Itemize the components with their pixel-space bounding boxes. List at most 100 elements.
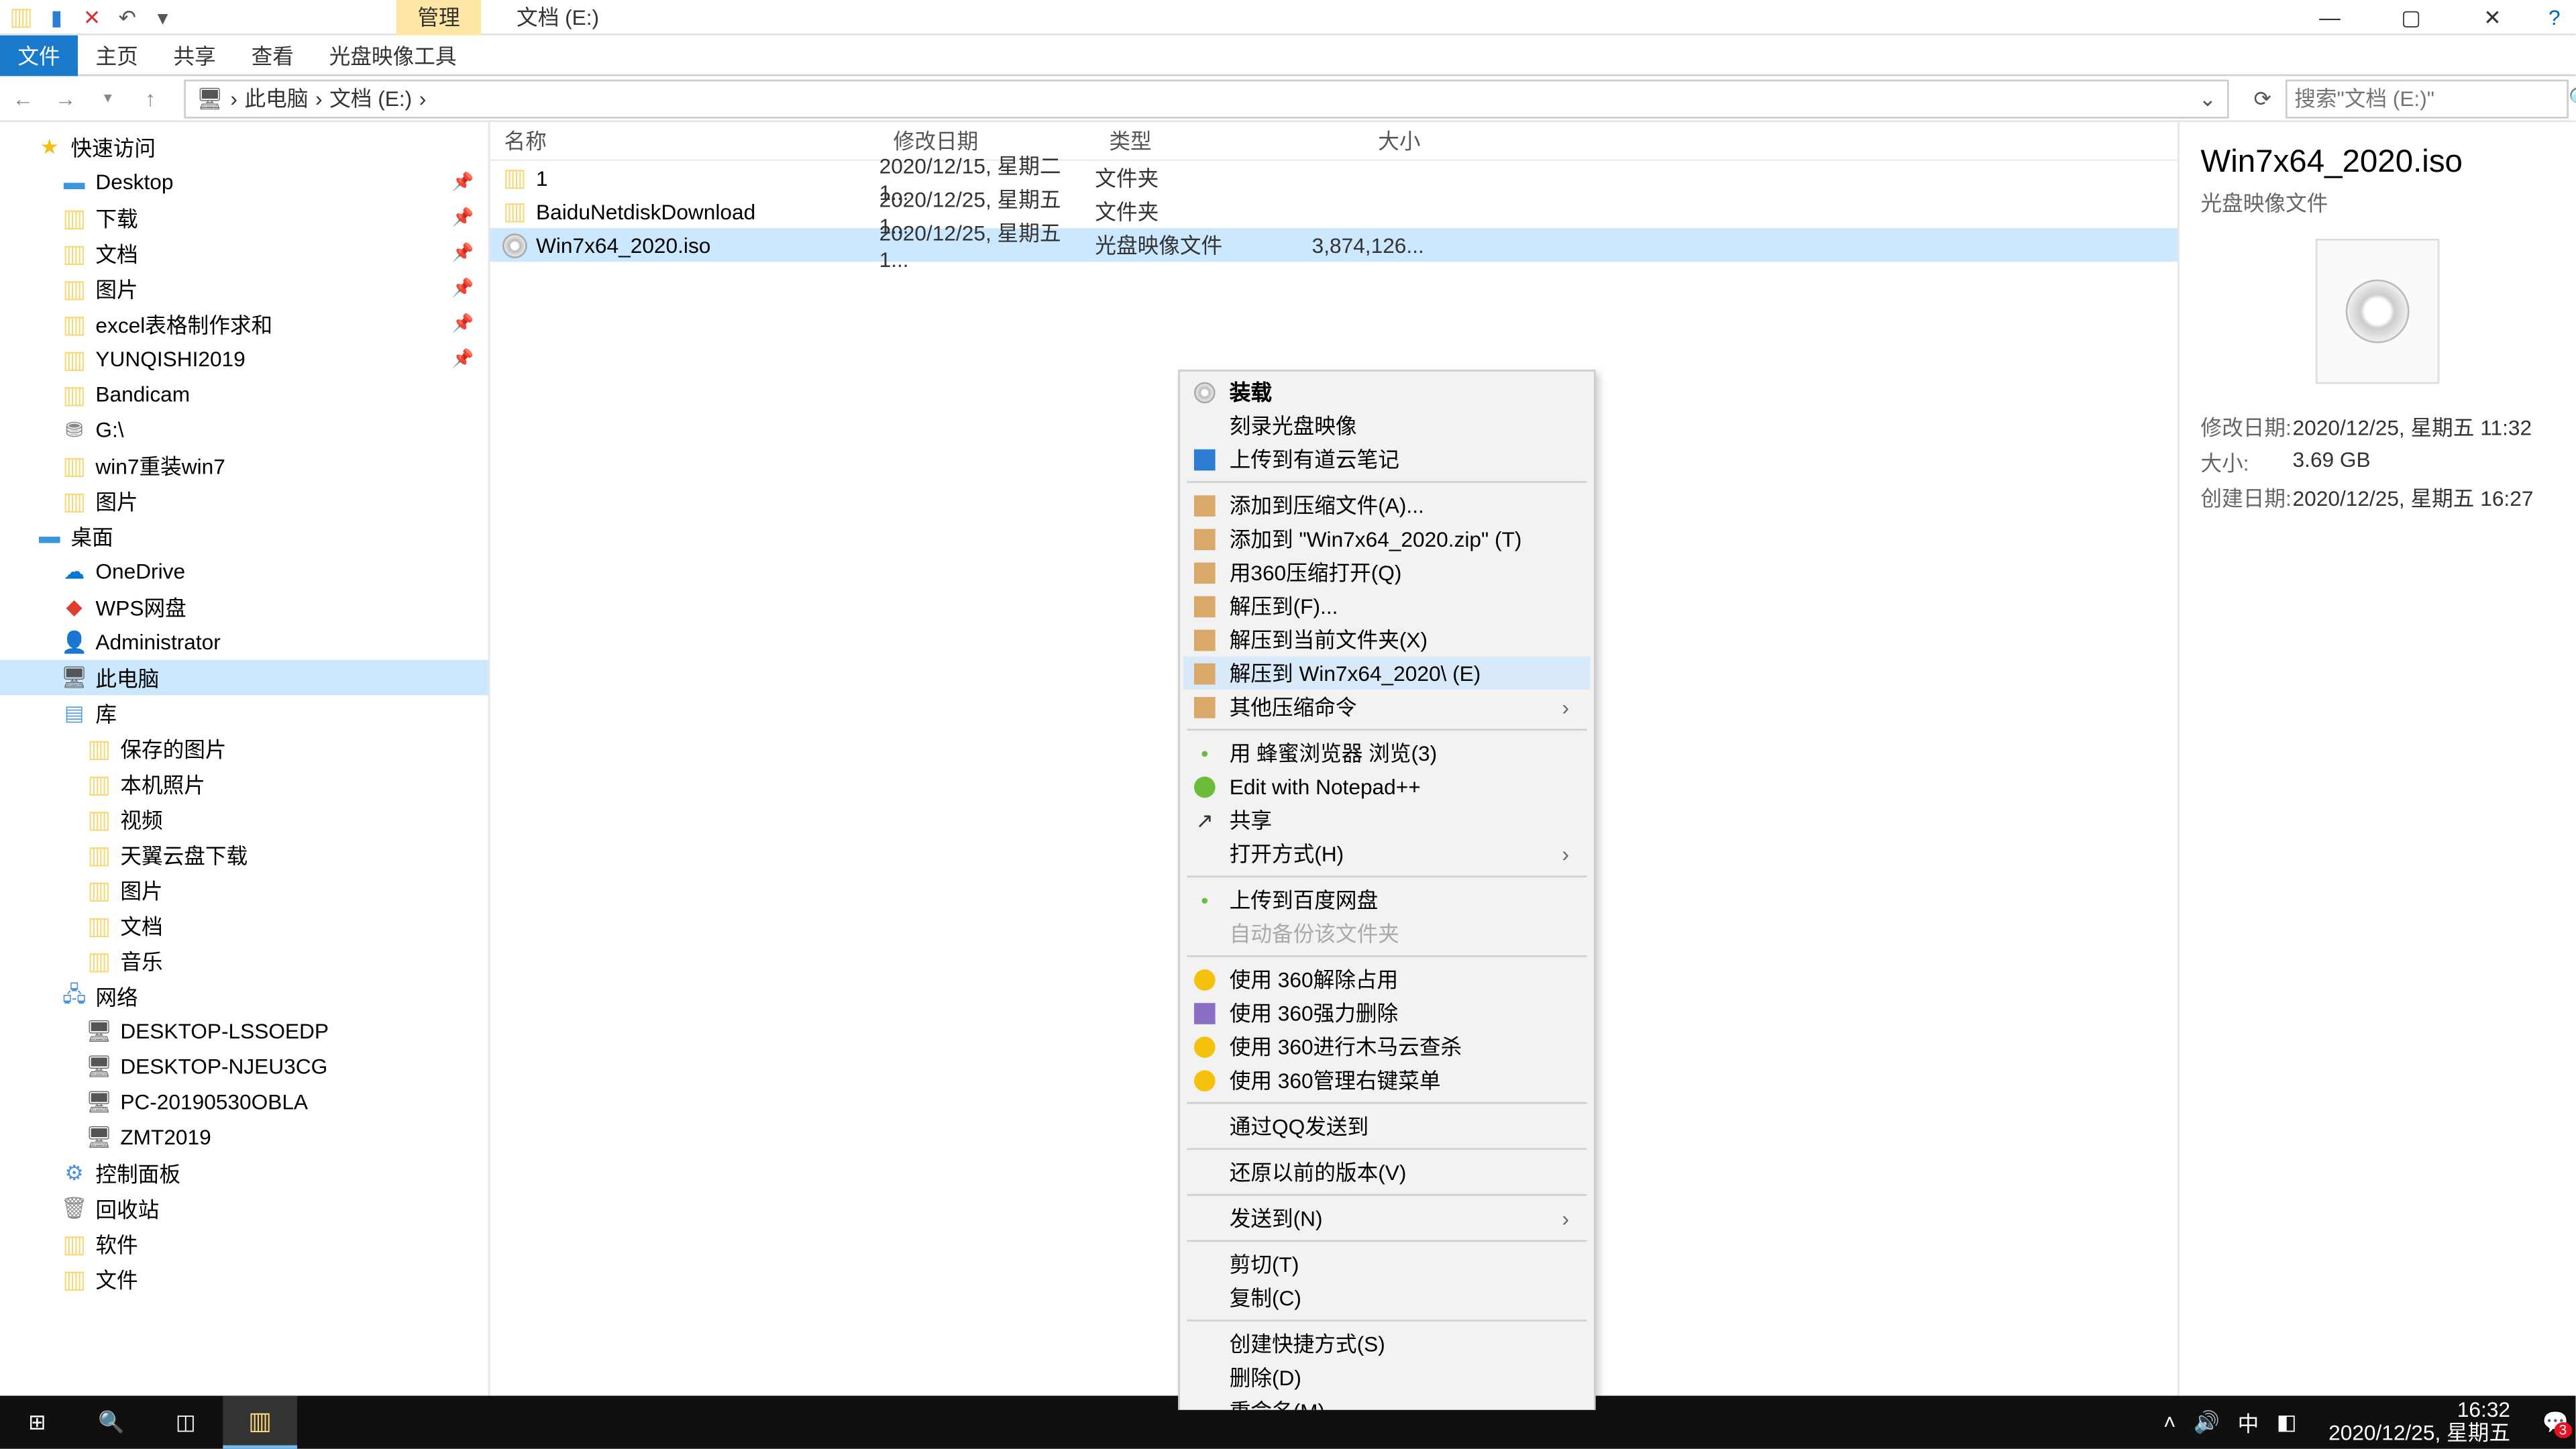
menu-item[interactable]: 使用 360管理右键菜单 (1183, 1063, 1591, 1097)
menu-item[interactable]: •上传到百度网盘 (1183, 883, 1591, 916)
start-button[interactable]: ⊞ (0, 1396, 74, 1449)
menu-item[interactable]: 使用 360强力删除 (1183, 996, 1591, 1030)
file-row[interactable]: ▥12020/12/15, 星期二 1...文件夹 (490, 161, 2178, 195)
menu-item[interactable]: 发送到(N)› (1183, 1201, 1591, 1235)
tree-item[interactable]: ▥文件 (0, 1261, 488, 1297)
tree-item[interactable]: ☁OneDrive (0, 553, 488, 589)
tree-item[interactable]: ⛃G:\ (0, 412, 488, 447)
menu-item[interactable]: 刻录光盘映像 (1183, 409, 1591, 442)
tab-file[interactable]: 文件 (0, 34, 78, 75)
up-button[interactable]: ↑ (131, 78, 170, 117)
menu-item[interactable]: 使用 360进行木马云查杀 (1183, 1030, 1591, 1063)
tab-view[interactable]: 查看 (233, 34, 311, 75)
navigation-pane[interactable]: ★快速访问▬Desktop📌▥下载📌▥文档📌▥图片📌▥excel表格制作求和📌▥… (0, 122, 490, 1410)
tree-item[interactable]: ⚙控制面板 (0, 1155, 488, 1191)
menu-item[interactable]: 添加到 "Win7x64_2020.zip" (T) (1183, 522, 1591, 555)
file-row[interactable]: ▥BaiduNetdiskDownload2020/12/25, 星期五 1..… (490, 195, 2178, 228)
forward-button[interactable]: → (46, 78, 85, 117)
tree-item[interactable]: ▥文档 (0, 908, 488, 943)
tree-item[interactable]: ▥本机照片 (0, 766, 488, 802)
column-size[interactable]: 大小 (1275, 125, 1434, 156)
tree-item[interactable]: ▥音乐 (0, 943, 488, 979)
menu-item[interactable]: 用360压缩打开(Q) (1183, 555, 1591, 589)
tab-home[interactable]: 主页 (78, 34, 156, 75)
menu-item[interactable]: 通过QQ发送到 (1183, 1109, 1591, 1142)
menu-item[interactable]: 使用 360解除占用 (1183, 963, 1591, 996)
tree-item[interactable]: ▬Desktop📌 (0, 164, 488, 200)
column-type[interactable]: 类型 (1095, 125, 1275, 156)
explorer-task-icon[interactable]: ▥ (223, 1396, 297, 1449)
breadcrumb[interactable]: 🖥 › 此电脑 › 文档 (E:) › ⌄ (184, 78, 2229, 117)
tree-item[interactable]: 🖥PC-20190530OBLA (0, 1084, 488, 1120)
tree-item[interactable]: 👤Administrator (0, 625, 488, 660)
menu-item[interactable]: Edit with Notepad++ (1183, 769, 1591, 803)
tree-item[interactable]: ▬桌面 (0, 519, 488, 554)
clock[interactable]: 16:32 2020/12/25, 星期五 (2314, 1399, 2524, 1446)
tab-share[interactable]: 共享 (156, 34, 233, 75)
tree-item[interactable]: ▥YUNQISHI2019📌 (0, 341, 488, 377)
task-view-button[interactable]: ◫ (149, 1396, 223, 1449)
menu-item[interactable]: 装载 (1183, 375, 1591, 409)
tree-item[interactable]: 🗑回收站 (0, 1191, 488, 1226)
tree-item[interactable]: ▥文档📌 (0, 235, 488, 271)
menu-item[interactable]: 复制(C) (1183, 1281, 1591, 1314)
ime-indicator[interactable]: 中 (2238, 1407, 2259, 1438)
tree-item[interactable]: ▥保存的图片 (0, 731, 488, 766)
tree-item[interactable]: ▥excel表格制作求和📌 (0, 306, 488, 341)
search-input[interactable] (2294, 86, 2569, 111)
tray-chevron-icon[interactable]: ˄ (2163, 1410, 2176, 1435)
menu-item[interactable]: ↗共享 (1183, 803, 1591, 837)
file-row[interactable]: Win7x64_2020.iso2020/12/25, 星期五 1...光盘映像… (490, 228, 2178, 262)
menu-item[interactable]: 其他压缩命令› (1183, 690, 1591, 723)
action-center-icon[interactable]: 💬3 (2542, 1410, 2568, 1435)
tree-item[interactable]: ▥图片 (0, 483, 488, 519)
breadcrumb-item[interactable]: 文档 (E:) (326, 83, 416, 113)
breadcrumb-item[interactable]: 此电脑 (241, 83, 312, 113)
maximize-button[interactable]: ▢ (2371, 0, 2452, 34)
menu-item[interactable]: 打开方式(H)› (1183, 837, 1591, 870)
menu-item[interactable]: 剪切(T) (1183, 1247, 1591, 1281)
breadcrumb-dropdown-icon[interactable]: ⌄ (2195, 86, 2220, 111)
search-icon[interactable]: 🔍 (2569, 86, 2576, 111)
menu-item[interactable]: 解压到 Win7x64_2020\ (E) (1183, 656, 1591, 690)
search-box[interactable]: 🔍 (2286, 78, 2569, 117)
tree-item[interactable]: ▥视频 (0, 802, 488, 837)
tree-item[interactable]: ▥win7重装win7 (0, 447, 488, 483)
help-button[interactable]: ? (2533, 0, 2575, 34)
close-button[interactable]: ✕ (2452, 0, 2533, 34)
tree-item[interactable]: 🖥DESKTOP-LSSOEDP (0, 1014, 488, 1049)
tab-disc-image-tools[interactable]: 光盘映像工具 (311, 34, 474, 75)
tree-item[interactable]: ◆WPS网盘 (0, 589, 488, 625)
qat-dropdown-icon[interactable]: ▾ (149, 3, 177, 31)
tree-item[interactable]: ▥图片 (0, 872, 488, 908)
tree-item[interactable]: ▥图片📌 (0, 270, 488, 306)
minimize-button[interactable]: — (2289, 0, 2370, 34)
recent-dropdown-icon[interactable]: ▾ (89, 78, 127, 117)
menu-item[interactable]: 解压到当前文件夹(X) (1183, 623, 1591, 656)
tree-item[interactable]: ▥软件 (0, 1226, 488, 1261)
menu-item[interactable]: 解压到(F)... (1183, 589, 1591, 623)
tree-item[interactable]: 🖧网络 (0, 978, 488, 1014)
column-name[interactable]: 名称 (490, 125, 879, 156)
tree-item[interactable]: ▥下载📌 (0, 200, 488, 235)
menu-item[interactable]: 还原以前的版本(V) (1183, 1155, 1591, 1189)
tree-item[interactable]: 🖥ZMT2019 (0, 1120, 488, 1155)
tree-item[interactable]: 🖥此电脑 (0, 660, 488, 696)
file-list[interactable]: ▥12020/12/15, 星期二 1...文件夹▥BaiduNetdiskDo… (490, 161, 2178, 262)
tree-item[interactable]: ▥天翼云盘下载 (0, 837, 488, 872)
qat-pin-icon[interactable]: ▮ (42, 3, 70, 31)
refresh-button[interactable]: ⟳ (2243, 78, 2282, 117)
search-button[interactable]: 🔍 (74, 1396, 149, 1449)
qat-delete-icon[interactable]: ✕ (78, 3, 106, 31)
tree-item[interactable]: ▤库 (0, 695, 488, 731)
tree-item[interactable]: 🖥DESKTOP-NJEU3CG (0, 1049, 488, 1085)
menu-item[interactable]: 创建快捷方式(S) (1183, 1327, 1591, 1360)
menu-item[interactable]: •用 蜂蜜浏览器 浏览(3) (1183, 736, 1591, 769)
menu-item[interactable]: 添加到压缩文件(A)... (1183, 488, 1591, 522)
menu-item[interactable]: 上传到有道云笔记 (1183, 442, 1591, 476)
qat-undo-icon[interactable]: ↶ (113, 3, 142, 31)
volume-icon[interactable]: 🔊 (2194, 1410, 2220, 1435)
tray-app-icon[interactable]: ◧ (2277, 1410, 2297, 1435)
menu-item[interactable]: 删除(D) (1183, 1360, 1591, 1394)
tree-item[interactable]: ▥Bandicam (0, 377, 488, 413)
